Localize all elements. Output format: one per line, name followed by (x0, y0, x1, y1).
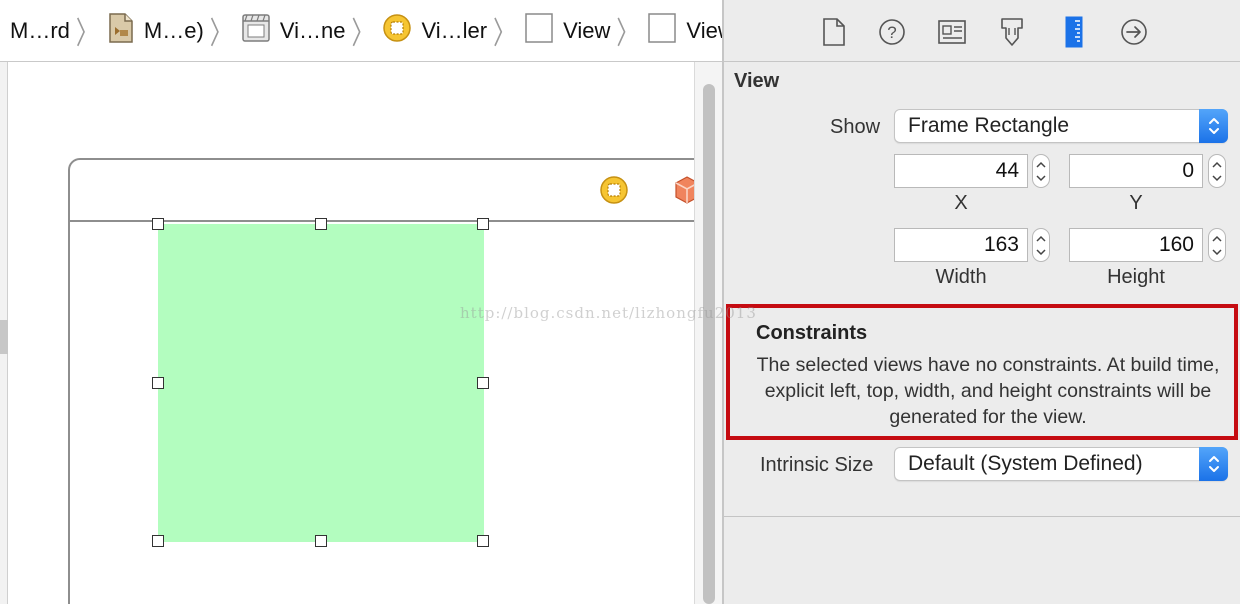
identity-inspector-icon[interactable] (936, 16, 968, 48)
resize-handle-bottom-left[interactable] (152, 535, 164, 547)
x-label: X (954, 192, 968, 214)
size-inspector-icon[interactable] (1058, 16, 1090, 48)
resize-handle-bottom[interactable] (315, 535, 327, 547)
y-stepper[interactable] (1208, 154, 1226, 188)
chevron-right-icon: 〉 (616, 15, 639, 51)
breadcrumb-label: Vi…ne (279, 17, 346, 43)
stepper-up-icon (1212, 161, 1222, 168)
gutter-marker (0, 320, 8, 354)
canvas-vertical-scrollbar[interactable] (694, 62, 722, 604)
breadcrumb-item-view-controller[interactable]: Vi…ler (383, 13, 488, 48)
inspector-tab-bar: ? (724, 0, 1240, 62)
constraints-highlight-box: Constraints The selected views have no c… (726, 304, 1238, 440)
chevron-right-icon: 〉 (209, 15, 232, 51)
scene-icon (242, 13, 270, 48)
intrinsic-size-popup-button[interactable]: Default (System Defined) (894, 447, 1228, 481)
x-field[interactable]: 44 (894, 154, 1028, 188)
y-label: Y (1129, 192, 1143, 214)
selected-green-view[interactable] (158, 224, 484, 542)
show-popup-button[interactable]: Frame Rectangle (894, 109, 1228, 143)
resize-handle-top[interactable] (315, 218, 327, 230)
breadcrumb-item-storyboard[interactable]: M…rd (10, 18, 70, 44)
connections-inspector-icon[interactable] (1118, 16, 1150, 48)
breadcrumb-item-scene[interactable]: Vi…ne (242, 13, 346, 48)
constraints-title: Constraints (756, 322, 868, 344)
breadcrumb-label: M…e) (143, 17, 204, 43)
breadcrumb-item-storyboard-base[interactable]: M…e) (108, 12, 204, 49)
breadcrumb-label: Vi…ler (421, 17, 488, 43)
resize-handle-right[interactable] (477, 377, 489, 389)
stepper-down-icon (1036, 174, 1046, 181)
stepper-down-icon (1212, 174, 1222, 181)
show-label: Show (830, 116, 881, 138)
breadcrumb-item-selected-view[interactable]: View (648, 12, 722, 49)
intrinsic-size-label: Intrinsic Size (760, 454, 874, 476)
view-controller-icon[interactable] (600, 176, 628, 209)
chevron-right-icon: 〉 (75, 15, 98, 51)
size-inspector-panel: ? View Show Frame Rectangle 44 X 0 Y 163 (722, 0, 1240, 604)
view-icon (648, 12, 677, 49)
section-divider (724, 516, 1240, 517)
height-label: Height (1107, 266, 1165, 288)
intrinsic-size-popup-value: Default (System Defined) (908, 452, 1143, 475)
canvas-left-gutter (0, 62, 8, 604)
y-field[interactable]: 0 (1069, 154, 1203, 188)
stepper-up-icon (1036, 161, 1046, 168)
popup-up-down-arrows-icon (1199, 109, 1228, 143)
breadcrumb-label: M…rd (10, 17, 70, 43)
breadcrumb-item-view[interactable]: View (525, 12, 611, 49)
attributes-inspector-icon[interactable] (996, 16, 1028, 48)
jump-bar-breadcrumb: M…rd 〉 M…e) 〉 Vi…ne 〉 Vi…ler 〉 View 〉 Vi… (0, 0, 722, 62)
storyboard-doc-icon (108, 12, 134, 49)
storyboard-canvas[interactable]: M…rd 〉 M…e) 〉 Vi…ne 〉 Vi…ler 〉 View 〉 Vi… (0, 0, 722, 604)
chevron-right-icon: 〉 (351, 15, 374, 51)
width-label: Width (935, 266, 987, 288)
stepper-down-icon (1036, 248, 1046, 255)
breadcrumb-label: View (563, 17, 611, 43)
scene-dock (70, 160, 706, 222)
resize-handle-top-right[interactable] (477, 218, 489, 230)
view-controller-icon (383, 13, 412, 48)
chevron-right-icon: 〉 (493, 15, 516, 51)
height-stepper[interactable] (1208, 228, 1226, 262)
width-stepper[interactable] (1032, 228, 1050, 262)
section-title-view: View (734, 70, 780, 92)
svg-text:?: ? (887, 23, 896, 42)
popup-up-down-arrows-icon (1199, 447, 1228, 481)
stepper-up-icon (1036, 235, 1046, 242)
x-stepper[interactable] (1032, 154, 1050, 188)
stepper-down-icon (1212, 248, 1222, 255)
view-icon (525, 12, 553, 49)
show-popup-value: Frame Rectangle (908, 114, 1070, 137)
breadcrumb-label: View (686, 17, 722, 43)
resize-handle-left[interactable] (152, 377, 164, 389)
constraints-message: The selected views have no constraints. … (756, 354, 1220, 428)
resize-handle-bottom-right[interactable] (477, 535, 489, 547)
scrollbar-thumb[interactable] (703, 84, 715, 604)
resize-handle-top-left[interactable] (152, 218, 164, 230)
file-inspector-icon[interactable] (818, 16, 850, 48)
height-field[interactable]: 160 (1069, 228, 1203, 262)
width-field[interactable]: 163 (894, 228, 1028, 262)
quick-help-icon[interactable]: ? (876, 16, 908, 48)
stepper-up-icon (1212, 235, 1222, 242)
